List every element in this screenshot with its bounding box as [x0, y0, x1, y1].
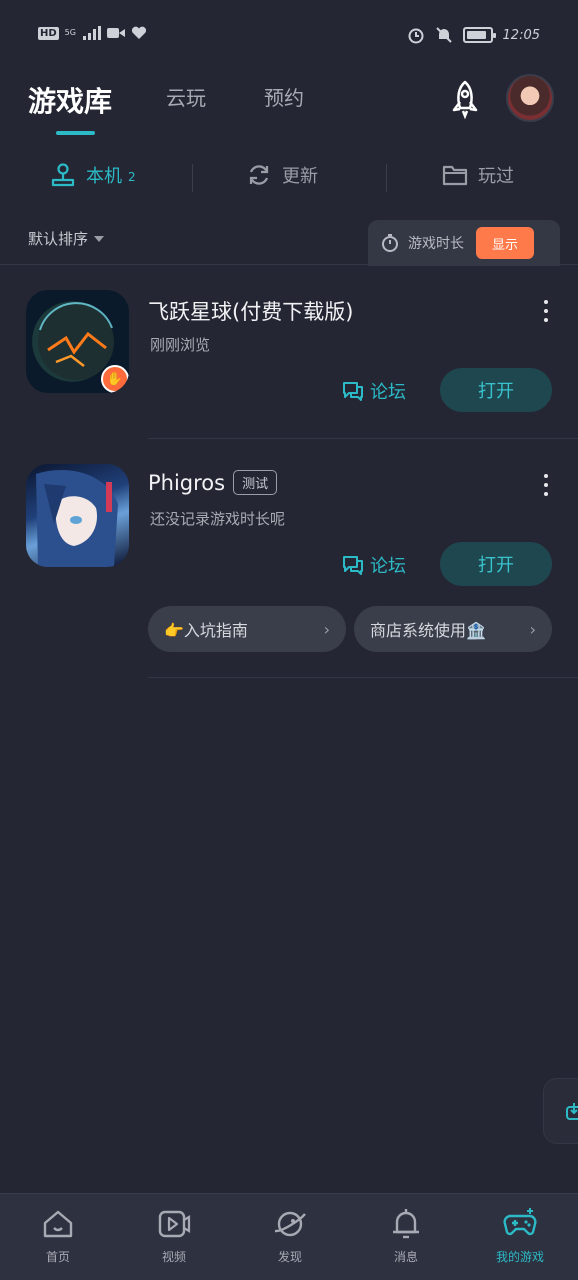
game-icon[interactable]	[26, 464, 129, 567]
nav-messages[interactable]: 消息	[366, 1206, 446, 1265]
chat-bubble-icon	[343, 556, 363, 575]
subtab-update-label: 更新	[282, 166, 318, 187]
status-time: 12:05	[502, 27, 540, 43]
game-title-text: Phigros	[148, 470, 226, 495]
open-game-button[interactable]: 打开	[440, 542, 552, 586]
game-subtitle: 刚刚浏览	[150, 336, 211, 354]
video-icon	[106, 28, 125, 38]
subtab-local-label: 本机	[86, 166, 122, 187]
chevron-right-icon: ›	[529, 619, 536, 639]
nav-video-label: 视频	[161, 1250, 186, 1264]
guide-chip[interactable]: 👉入坑指南 ›	[148, 606, 346, 652]
forum-label: 论坛	[370, 556, 406, 577]
divider	[0, 264, 578, 265]
floating-download-button[interactable]	[543, 1078, 578, 1144]
sub-tabs: 本机 2 更新 玩过	[0, 150, 578, 206]
subtab-played[interactable]: 玩过	[442, 162, 514, 188]
game-title-text: 飞跃星球(付费下载版)	[148, 300, 354, 324]
signal-bars-icon	[82, 26, 101, 40]
tab-cloud-play[interactable]: 云玩	[166, 82, 206, 111]
nav-discover-label: 发现	[277, 1250, 302, 1264]
sort-label: 默认排序	[28, 230, 89, 248]
heart-icon	[131, 26, 146, 39]
joystick-icon	[51, 163, 75, 187]
refresh-icon	[249, 165, 269, 185]
game-title: 飞跃星球(付费下载版)	[148, 296, 353, 326]
rocket-icon[interactable]	[444, 78, 486, 120]
anime-character-art	[36, 469, 118, 567]
playtime-label: 游戏时长	[408, 236, 464, 252]
open-game-button[interactable]: 打开	[440, 368, 552, 412]
guide-chip-label: 👉入坑指南	[164, 621, 248, 640]
chat-bubble-icon	[343, 382, 363, 401]
download-icon	[566, 1103, 578, 1120]
divider	[148, 677, 578, 678]
chevron-right-icon: ›	[323, 619, 330, 639]
nav-discover[interactable]: 发现	[250, 1206, 330, 1265]
avatar[interactable]	[506, 74, 554, 122]
nav-video[interactable]: 视频	[134, 1206, 214, 1265]
forum-button[interactable]: 论坛	[342, 378, 406, 404]
nav-my-games[interactable]: 我的游戏	[480, 1206, 560, 1265]
store-guide-chip-label: 商店系统使用🏦	[370, 621, 486, 640]
sort-row: 默认排序 游戏时长 显示	[0, 216, 578, 266]
game-subtitle: 还没记录游戏时长呢	[150, 510, 286, 528]
folder-icon	[442, 165, 468, 186]
test-tag: 测试	[233, 470, 278, 495]
hand-badge-icon: ✋	[101, 365, 129, 393]
mute-bell-icon	[435, 27, 452, 43]
top-header: 游戏库 云玩 预约	[0, 70, 578, 142]
forum-button[interactable]: 论坛	[342, 552, 406, 578]
status-right: 12:05	[407, 26, 540, 44]
5g-signal-icon: 5G	[64, 28, 76, 37]
subtab-divider	[192, 164, 193, 192]
planet-icon	[274, 1211, 306, 1237]
caret-down-icon	[94, 235, 105, 242]
alarm-icon	[408, 28, 424, 44]
subtab-local-count: 2	[128, 170, 136, 184]
home-icon	[43, 1210, 73, 1238]
status-bar: HD 5G 12:05	[0, 0, 578, 70]
game-icon[interactable]: ✋	[26, 290, 129, 393]
video-play-icon	[158, 1210, 191, 1238]
battery-icon	[462, 27, 496, 43]
nav-my-games-label: 我的游戏	[495, 1250, 544, 1264]
gamepad-icon	[503, 1208, 537, 1236]
tab-reservation[interactable]: 预约	[264, 82, 304, 111]
subtab-local[interactable]: 本机 2	[50, 162, 136, 188]
active-tab-indicator	[56, 131, 95, 135]
more-options-icon[interactable]	[540, 474, 552, 496]
store-guide-chip[interactable]: 商店系统使用🏦 ›	[354, 606, 552, 652]
game-title: Phigros 测试	[148, 470, 278, 495]
subtab-divider	[386, 164, 387, 192]
nav-home-label: 首页	[45, 1250, 70, 1264]
nav-messages-label: 消息	[393, 1250, 418, 1264]
playtime-toggle: 游戏时长 显示	[368, 220, 560, 266]
show-playtime-button[interactable]: 显示	[476, 227, 534, 259]
timer-icon	[382, 234, 398, 252]
hd-icon: HD	[38, 26, 59, 40]
bottom-nav: 首页 视频 发现 消息 我的游戏	[0, 1193, 578, 1280]
battery-fill	[466, 31, 486, 39]
divider	[148, 438, 578, 439]
subtab-played-label: 玩过	[478, 166, 514, 187]
tab-game-library[interactable]: 游戏库	[28, 80, 112, 120]
forum-label: 论坛	[370, 382, 406, 403]
bell-icon	[393, 1209, 419, 1239]
sort-dropdown[interactable]: 默认排序	[28, 228, 105, 249]
more-options-icon[interactable]	[540, 300, 552, 322]
subtab-update[interactable]: 更新	[246, 162, 318, 188]
status-left: HD 5G	[38, 26, 147, 40]
nav-home[interactable]: 首页	[18, 1206, 98, 1265]
